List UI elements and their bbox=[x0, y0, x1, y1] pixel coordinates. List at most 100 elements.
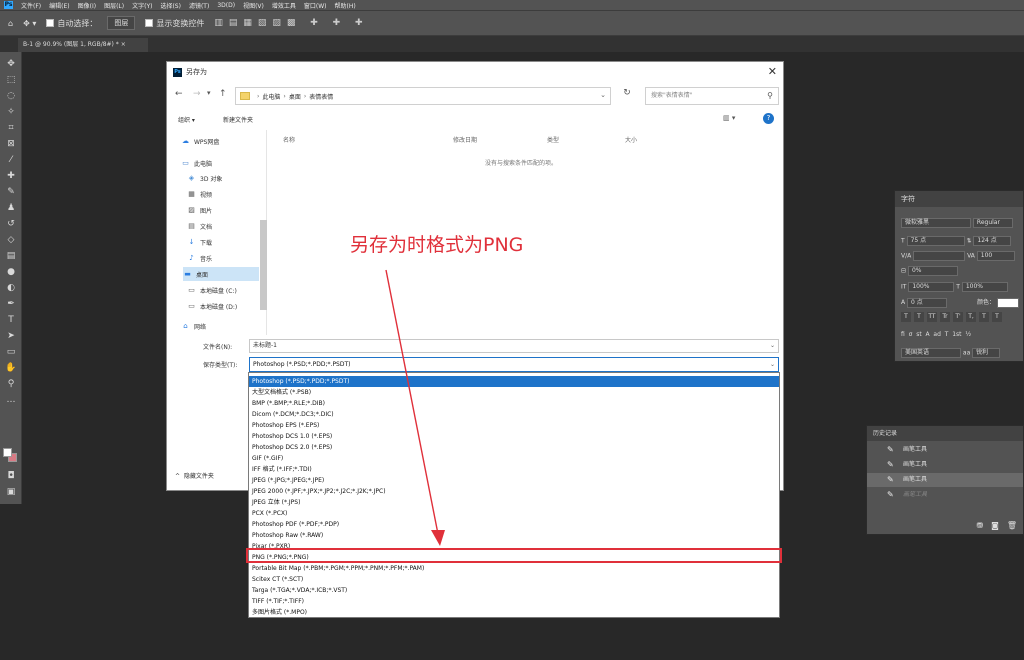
nav-item-this-pc[interactable]: ▭ 此电脑 bbox=[181, 156, 261, 170]
quick-mask-icon[interactable]: ◘ bbox=[5, 470, 17, 482]
menu-3d[interactable]: 3D(D) bbox=[217, 2, 235, 9]
more-tools-icon[interactable]: … bbox=[5, 394, 17, 406]
menu-select[interactable]: 选择(S) bbox=[160, 1, 181, 10]
eyedropper-icon[interactable]: ⁄ bbox=[5, 154, 17, 166]
eraser-icon[interactable]: ◇ bbox=[5, 234, 17, 246]
auto-select-checkbox[interactable]: 自动选择： bbox=[46, 18, 97, 29]
help-icon[interactable]: ? bbox=[763, 113, 774, 124]
column-date[interactable]: 修改日期 bbox=[453, 135, 477, 144]
menu-layer[interactable]: 图层(L) bbox=[104, 1, 124, 10]
nav-item-drive-d[interactable]: ▭ 本地磁盘 (D:) bbox=[187, 299, 261, 313]
format-option[interactable]: JPEG 立体 (*.JPS) bbox=[249, 497, 779, 508]
healing-icon[interactable]: ✚ bbox=[5, 170, 17, 182]
format-option[interactable]: Portable Bit Map (*.PBM;*.PGM;*.PPM;*.PN… bbox=[249, 563, 779, 574]
lasso-icon[interactable]: ◌ bbox=[5, 90, 17, 102]
breadcrumb-desktop[interactable]: 桌面 bbox=[289, 92, 301, 101]
history-item[interactable]: ✎ 画笔工具 bbox=[867, 473, 1023, 487]
gradient-icon[interactable]: ▤ bbox=[5, 250, 17, 262]
nav-item-desktop[interactable]: ▬ 桌面 bbox=[183, 267, 259, 281]
underline-button[interactable]: T bbox=[979, 312, 989, 322]
format-option[interactable]: BMP (*.BMP;*.RLE;*.DIB) bbox=[249, 398, 779, 409]
faux-italic-button[interactable]: T bbox=[914, 312, 924, 322]
history-item[interactable]: ✎ 画笔工具 bbox=[867, 458, 1023, 472]
format-option[interactable]: Dicom (*.DCM;*.DC3;*.DIC) bbox=[249, 409, 779, 420]
horizontal-scale-field[interactable]: 100% bbox=[961, 282, 1008, 292]
new-folder-button[interactable]: 新建文件夹 bbox=[223, 115, 253, 124]
format-option[interactable]: JPEG (*.JPG;*.JPEG;*.JPE) bbox=[249, 475, 779, 486]
nav-item-3d[interactable]: ◈ 3D 对象 bbox=[187, 171, 261, 185]
breadcrumb-folder[interactable]: 表情表情 bbox=[309, 92, 333, 101]
nav-item-documents[interactable]: ▤ 文档 bbox=[187, 219, 261, 233]
nav-item-pictures[interactable]: ▨ 图片 bbox=[187, 203, 261, 217]
filename-input[interactable]: 未标题-1 ⌄ bbox=[249, 339, 779, 353]
marquee-icon[interactable]: ⬚ bbox=[5, 74, 17, 86]
type-icon[interactable]: T bbox=[5, 314, 17, 326]
history-brush-icon[interactable]: ↺ bbox=[5, 218, 17, 230]
trash-icon[interactable]: 🗑 bbox=[1007, 521, 1017, 530]
column-type[interactable]: 类型 bbox=[547, 135, 559, 144]
language-select[interactable]: 美国英语 bbox=[901, 348, 961, 358]
column-name[interactable]: 名称 bbox=[283, 135, 295, 144]
menu-image[interactable]: 图像(I) bbox=[78, 1, 96, 10]
frame-icon[interactable]: ⊠ bbox=[5, 138, 17, 150]
format-option[interactable]: GIF (*.GIF) bbox=[249, 453, 779, 464]
photoshop-logo[interactable]: Ps bbox=[4, 1, 13, 9]
chevron-down-icon[interactable]: ⌄ bbox=[770, 358, 775, 371]
small-caps-button[interactable]: Tr bbox=[940, 312, 950, 322]
format-option[interactable]: Targa (*.TGA;*.VDA;*.ICB;*.VST) bbox=[249, 585, 779, 596]
history-item[interactable]: ✎ 画笔工具 bbox=[867, 488, 1023, 502]
format-option[interactable]: 多图片格式 (*.MPO) bbox=[249, 607, 779, 618]
close-icon[interactable]: ✕ bbox=[768, 65, 777, 78]
faux-bold-button[interactable]: T bbox=[901, 312, 911, 322]
font-size-field[interactable]: 75 点 bbox=[906, 236, 965, 246]
hand-icon[interactable]: ✋ bbox=[5, 362, 17, 374]
format-option[interactable]: Scitex CT (*.SCT) bbox=[249, 574, 779, 585]
font-family-select[interactable]: 微软雅黑 bbox=[901, 218, 971, 228]
column-size[interactable]: 大小 bbox=[625, 135, 637, 144]
nav-item-network[interactable]: ⌂ 网络 bbox=[181, 319, 261, 333]
close-icon[interactable]: × bbox=[121, 41, 126, 48]
format-option[interactable]: JPEG 2000 (*.JPF;*.JPX;*.JP2;*.J2C;*.J2K… bbox=[249, 486, 779, 497]
align-icons[interactable]: ▥▤▦▧▨▩ ✚ ✚ ✚ bbox=[214, 18, 368, 28]
tracking-field[interactable]: 100 bbox=[976, 251, 1015, 261]
nav-scrollbar[interactable] bbox=[260, 220, 267, 310]
nav-item-videos[interactable]: ▦ 视频 bbox=[187, 187, 261, 201]
chevron-down-icon[interactable]: ⌄ bbox=[770, 340, 775, 352]
all-caps-button[interactable]: TT bbox=[927, 312, 937, 322]
show-transform-checkbox[interactable]: 显示变换控件 bbox=[145, 18, 204, 29]
blur-icon[interactable]: ● bbox=[5, 266, 17, 278]
menu-window[interactable]: 窗口(W) bbox=[304, 1, 327, 10]
address-bar[interactable]: › 此电脑 › 桌面 › 表情表情 ⌄ bbox=[235, 87, 611, 105]
font-style-select[interactable]: Regular bbox=[972, 218, 1013, 228]
baseline-shift-field[interactable]: 0 点 bbox=[907, 297, 948, 308]
search-input[interactable]: 搜索"表情表情" ⚲ bbox=[645, 87, 779, 105]
history-item[interactable]: ✎ 画笔工具 bbox=[867, 443, 1023, 457]
shape-icon[interactable]: ▭ bbox=[5, 346, 17, 358]
dodge-icon[interactable]: ◐ bbox=[5, 282, 17, 294]
home-icon[interactable]: ⌂ bbox=[8, 19, 13, 28]
tsume-field[interactable]: 0% bbox=[907, 266, 958, 276]
text-color-swatch[interactable] bbox=[996, 297, 1019, 308]
format-option[interactable]: Photoshop EPS (*.EPS) bbox=[249, 420, 779, 431]
nav-item-downloads[interactable]: ↓ 下载 bbox=[187, 235, 261, 249]
vertical-scale-field[interactable]: 100% bbox=[908, 282, 955, 292]
format-option[interactable]: PCX (*.PCX) bbox=[249, 508, 779, 519]
back-icon[interactable]: ← bbox=[175, 89, 183, 99]
forward-icon[interactable]: → bbox=[193, 89, 201, 99]
format-option[interactable]: Photoshop DCS 1.0 (*.EPS) bbox=[249, 431, 779, 442]
screen-mode-icon[interactable]: ▣ bbox=[5, 486, 17, 498]
menu-type[interactable]: 文字(Y) bbox=[132, 1, 152, 10]
organize-button[interactable]: 组织 ▾ bbox=[178, 115, 195, 124]
nav-item-drive-c[interactable]: ▭ 本地磁盘 (C:) bbox=[187, 283, 261, 297]
pen-icon[interactable]: ✒ bbox=[5, 298, 17, 310]
format-option[interactable]: Photoshop (*.PSD;*.PDD;*.PSDT) bbox=[249, 376, 779, 387]
format-option[interactable]: IFF 格式 (*.IFF;*.TDI) bbox=[249, 464, 779, 475]
anti-alias-select[interactable]: 锐利 bbox=[972, 348, 1001, 358]
menu-file[interactable]: 文件(F) bbox=[21, 1, 41, 10]
format-option[interactable]: Photoshop PDF (*.PDF;*.PDP) bbox=[249, 519, 779, 530]
nav-item-music[interactable]: ♪ 音乐 bbox=[187, 251, 261, 265]
menu-filter[interactable]: 滤镜(T) bbox=[189, 1, 209, 10]
snapshot-icon[interactable]: ⛃ bbox=[976, 521, 983, 530]
breadcrumb-this-pc[interactable]: 此电脑 bbox=[262, 92, 280, 101]
recent-chevron-icon[interactable]: ▾ bbox=[207, 89, 211, 97]
